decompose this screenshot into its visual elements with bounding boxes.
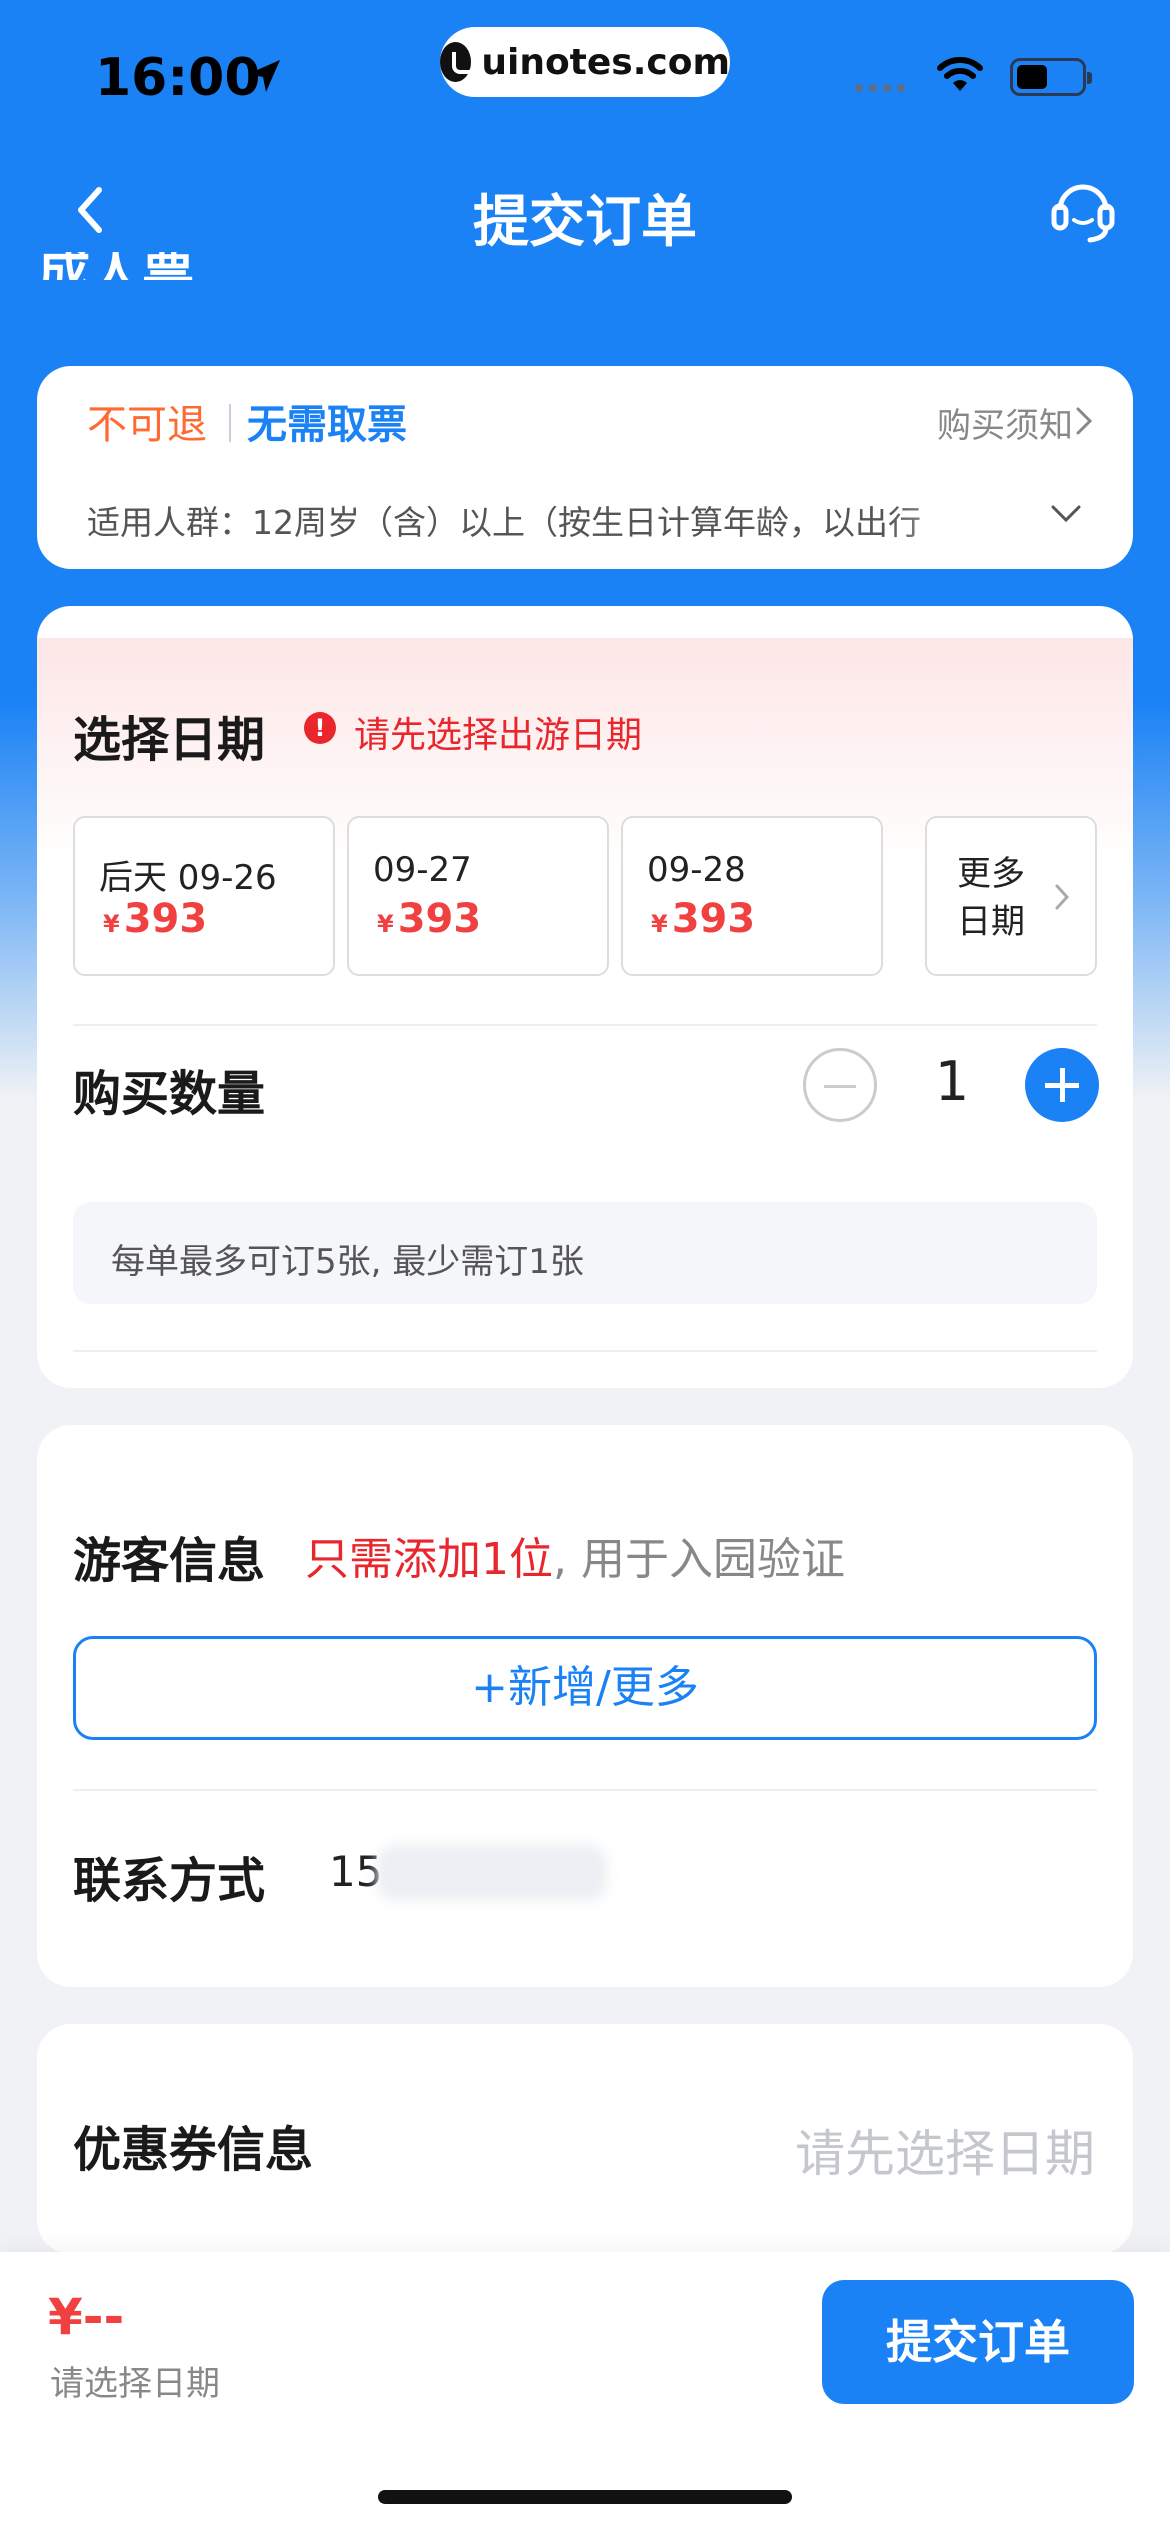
scrolled-ticket-title: 成人票 xyxy=(0,252,1170,304)
date-quantity-card: 选择日期 ! 请先选择出游日期 后天 09-26 ¥393 09-27 ¥393… xyxy=(37,606,1133,1388)
no-refund-tag: 不可退 xyxy=(87,402,207,448)
warning-icon: ! xyxy=(304,712,336,744)
page-title: 提交订单 xyxy=(473,190,697,255)
date-label: 09-28 xyxy=(647,850,746,890)
home-indicator xyxy=(378,2490,792,2504)
status-time: 16:00 xyxy=(95,48,261,108)
url-text: uinotes.com xyxy=(481,41,730,83)
tag-divider xyxy=(229,404,231,442)
date-label: 09-27 xyxy=(373,850,472,890)
location-arrow-icon xyxy=(248,60,280,92)
decrease-quantity-button[interactable] xyxy=(803,1048,877,1122)
divider xyxy=(73,1350,1097,1352)
no-pickup-tag: 无需取票 xyxy=(247,402,407,448)
audience-text: 适用人群：12周岁（含）以上（按生日计算年龄，以出行 xyxy=(87,503,921,542)
purchase-notice-link[interactable]: 购买须知 xyxy=(937,398,1073,447)
tourist-info-title: 游客信息 xyxy=(73,1533,266,1589)
battery-icon xyxy=(1010,58,1092,96)
date-label: 后天 09-26 xyxy=(99,858,277,898)
chevron-right-icon xyxy=(1055,884,1070,910)
total-price: ¥-- xyxy=(48,2288,125,2346)
quantity-limit-notice: 每单最多可订5张, 最少需订1张 xyxy=(73,1202,1097,1304)
ticket-info-card: 不可退 无需取票 购买须知 适用人群：12周岁（含）以上（按生日计算年龄，以出行 xyxy=(37,366,1133,569)
select-date-title: 选择日期 xyxy=(73,712,266,768)
quantity-title: 购买数量 xyxy=(73,1066,266,1122)
coupon-title: 优惠券信息 xyxy=(73,2122,314,2178)
increase-quantity-button[interactable] xyxy=(1025,1048,1099,1122)
date-warning-text: 请先选择出游日期 xyxy=(354,715,643,756)
coupon-hint: 请先选择日期 xyxy=(795,2125,1095,2183)
chevron-down-icon[interactable] xyxy=(1049,502,1083,526)
coupon-card[interactable]: 优惠券信息 请先选择日期 xyxy=(37,2024,1133,2254)
tourist-hint: 只需添加1位, 用于入园验证 xyxy=(305,1534,845,1585)
status-bar: 16:00 uinotes.com xyxy=(0,0,1170,150)
date-option-3[interactable]: 09-28 ¥393 xyxy=(621,816,883,976)
date-option-2[interactable]: 09-27 ¥393 xyxy=(347,816,609,976)
more-dates-button[interactable]: 更多日期 xyxy=(925,816,1097,976)
contact-phone[interactable]: 15 xyxy=(329,1847,382,1896)
add-tourist-button[interactable]: +新增/更多 xyxy=(73,1636,1097,1740)
date-price: ¥393 xyxy=(103,896,208,942)
tourist-info-card: 游客信息 只需添加1位, 用于入园验证 +新增/更多 联系方式 15 xyxy=(37,1425,1133,1987)
chevron-right-icon[interactable] xyxy=(1073,404,1095,438)
ticket-title: 成人票 xyxy=(38,252,194,280)
date-price: ¥393 xyxy=(377,896,482,942)
date-price: ¥393 xyxy=(651,896,756,942)
cellular-signal-icon xyxy=(855,84,905,92)
quantity-limit-text: 每单最多可订5张, 最少需订1张 xyxy=(111,1242,584,1282)
customer-service-icon[interactable] xyxy=(1050,174,1116,246)
phone-redaction xyxy=(377,1845,607,1901)
date-option-1[interactable]: 后天 09-26 ¥393 xyxy=(73,816,335,976)
divider xyxy=(73,1789,1097,1791)
quantity-value: 1 xyxy=(934,1050,970,1113)
contact-label: 联系方式 xyxy=(73,1853,266,1909)
wifi-icon xyxy=(937,57,983,91)
uinotes-logo-icon xyxy=(440,42,477,82)
divider xyxy=(73,1024,1097,1026)
price-hint: 请选择日期 xyxy=(50,2364,220,2404)
submit-order-button[interactable]: 提交订单 xyxy=(822,2280,1134,2404)
url-pill: uinotes.com xyxy=(440,27,730,97)
more-dates-label: 更多日期 xyxy=(957,854,1025,942)
